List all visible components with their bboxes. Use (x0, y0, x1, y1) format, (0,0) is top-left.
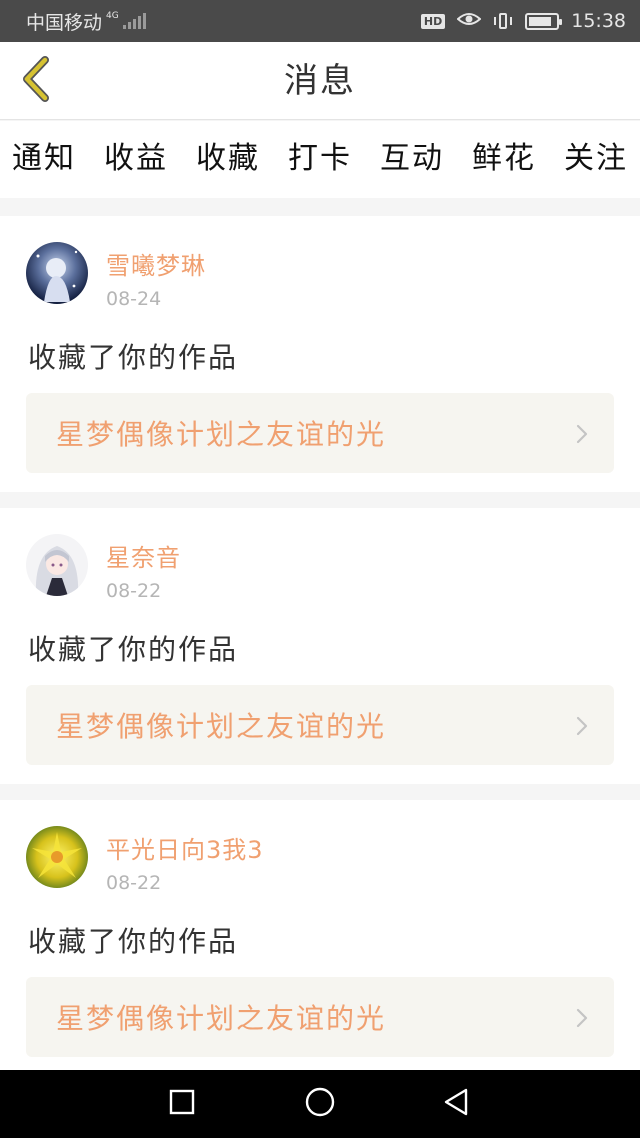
tab-favorites[interactable]: 收藏 (196, 121, 260, 198)
header: 消息 (0, 42, 640, 120)
tab-checkin[interactable]: 打卡 (288, 121, 352, 198)
tab-label: 互动 (380, 141, 444, 176)
message-date: 08-22 (106, 872, 162, 894)
system-nav-bar (0, 1070, 640, 1138)
tab-label: 打卡 (288, 141, 352, 176)
message-date: 08-22 (106, 580, 162, 602)
status-bar: 中国移动 4G HD 15:38 (0, 0, 640, 42)
triangle-back-icon (442, 1087, 470, 1121)
message-text: 收藏了你的作品 (28, 341, 239, 374)
message-text: 收藏了你的作品 (28, 633, 239, 666)
back-nav-button[interactable] (436, 1084, 476, 1124)
square-icon (169, 1089, 195, 1119)
tab-follow[interactable]: 关注 (564, 121, 628, 198)
work-link[interactable]: 星梦偶像计划之友谊的光 (26, 685, 614, 765)
message-card: 雪曦梦琳 08-24 收藏了你的作品 星梦偶像计划之友谊的光 (0, 216, 640, 492)
tab-interaction[interactable]: 互动 (380, 121, 444, 198)
chevron-right-icon (576, 424, 588, 448)
chevron-right-icon (576, 716, 588, 740)
tab-label: 关注 (564, 141, 628, 176)
home-button[interactable] (300, 1084, 340, 1124)
signal-icon (122, 13, 146, 29)
page-title: 消息 (284, 61, 356, 101)
vibrate-icon (493, 12, 513, 30)
tab-flowers[interactable]: 鲜花 (472, 121, 536, 198)
hd-badge: HD (420, 13, 446, 29)
tab-notifications[interactable]: 通知 (12, 121, 76, 198)
work-title: 星梦偶像计划之友谊的光 (56, 1002, 387, 1035)
recents-button[interactable] (162, 1084, 202, 1124)
work-link[interactable]: 星梦偶像计划之友谊的光 (26, 393, 614, 473)
message-card: 星奈音 08-22 收藏了你的作品 星梦偶像计划之友谊的光 (0, 508, 640, 784)
tab-label: 收益 (104, 141, 168, 176)
tab-bar: 通知 收益 收藏 打卡 互动 鲜花 关注 (0, 121, 640, 198)
message-date: 08-24 (106, 288, 162, 310)
avatar[interactable] (26, 242, 88, 304)
work-title: 星梦偶像计划之友谊的光 (56, 710, 387, 743)
tab-label: 通知 (12, 141, 76, 176)
clock: 15:38 (571, 10, 626, 32)
network-type: 4G (106, 10, 119, 21)
work-title: 星梦偶像计划之友谊的光 (56, 418, 387, 451)
username[interactable]: 平光日向3我3 (106, 830, 264, 865)
tab-label: 收藏 (196, 141, 260, 176)
carrier-label: 中国移动 (26, 11, 103, 34)
chevron-right-icon (576, 1008, 588, 1032)
circle-icon (304, 1086, 336, 1122)
eye-icon (456, 10, 482, 32)
tab-label: 鲜花 (472, 141, 536, 176)
username[interactable]: 雪曦梦琳 (106, 246, 206, 281)
message-text: 收藏了你的作品 (28, 925, 239, 958)
battery-icon (525, 12, 563, 30)
tab-earnings[interactable]: 收益 (104, 121, 168, 198)
avatar[interactable] (26, 534, 88, 596)
username[interactable]: 星奈音 (106, 538, 181, 573)
work-link[interactable]: 星梦偶像计划之友谊的光 (26, 977, 614, 1057)
message-list[interactable]: 雪曦梦琳 08-24 收藏了你的作品 星梦偶像计划之友谊的光 星奈音 08-22… (0, 198, 640, 1070)
avatar[interactable] (26, 826, 88, 888)
message-card: 平光日向3我3 08-22 收藏了你的作品 星梦偶像计划之友谊的光 (0, 800, 640, 1070)
